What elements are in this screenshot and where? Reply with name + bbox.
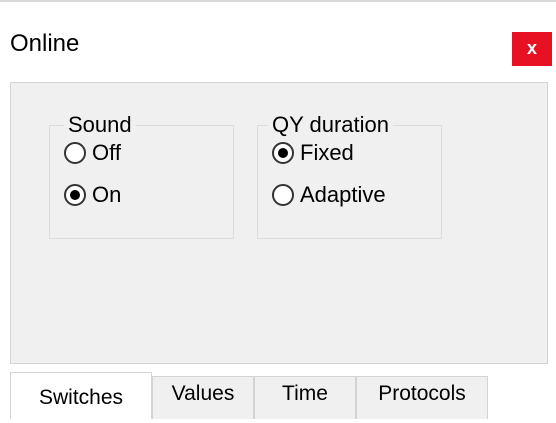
window-title: Online xyxy=(10,30,80,57)
tab-time[interactable]: Time xyxy=(254,376,356,419)
tab-protocols[interactable]: Protocols xyxy=(356,376,488,419)
window-top-border xyxy=(0,0,556,14)
radio-off[interactable] xyxy=(64,142,86,164)
radio-fixed[interactable] xyxy=(272,142,294,164)
qy-duration-group: QY duration Fixed Adaptive xyxy=(257,112,442,239)
qy-fixed-option[interactable]: Fixed xyxy=(272,140,354,166)
radio-adaptive[interactable] xyxy=(272,184,294,206)
qy-duration-group-label: QY duration xyxy=(268,112,394,138)
tab-bar: Switches Values Time Protocols xyxy=(10,372,556,419)
qy-fixed-label: Fixed xyxy=(300,140,354,165)
qy-adaptive-option[interactable]: Adaptive xyxy=(272,182,386,208)
sound-off-label: Off xyxy=(92,140,121,165)
sound-off-option[interactable]: Off xyxy=(64,140,121,166)
online-window: Online x Sound Off On QY duration Fixed xyxy=(0,0,556,419)
qy-adaptive-label: Adaptive xyxy=(300,182,386,207)
sound-on-label: On xyxy=(92,182,122,207)
close-button[interactable]: x xyxy=(512,32,552,66)
close-icon: x xyxy=(526,38,537,58)
sound-group-label: Sound xyxy=(64,112,136,138)
sound-group: Sound Off On xyxy=(49,112,234,239)
title-bar[interactable]: Online x xyxy=(0,14,556,72)
sound-on-option[interactable]: On xyxy=(64,182,121,208)
tab-values[interactable]: Values xyxy=(152,376,254,419)
tab-switches[interactable]: Switches xyxy=(10,372,152,419)
switches-panel: Sound Off On QY duration Fixed Adaptive xyxy=(10,82,548,364)
radio-on[interactable] xyxy=(64,184,86,206)
